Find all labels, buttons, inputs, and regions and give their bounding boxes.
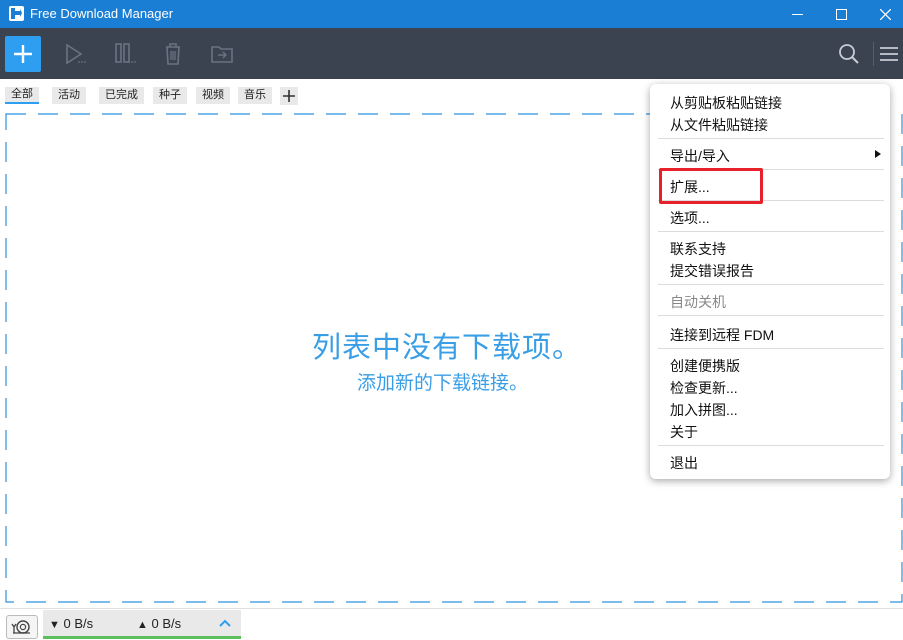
tab-music[interactable]: 音乐 xyxy=(238,87,272,104)
menu-item-paste-from-clipboard[interactable]: 从剪贴板粘贴链接 xyxy=(670,93,782,113)
menu-divider xyxy=(658,284,884,285)
app-logo-icon xyxy=(9,6,24,21)
menu-item-create-portable[interactable]: 创建便携版 xyxy=(670,356,740,376)
minimize-icon xyxy=(791,13,803,15)
close-button[interactable] xyxy=(862,0,903,28)
menu-item-connect-remote[interactable]: 连接到远程 FDM xyxy=(670,325,774,345)
delete-icon xyxy=(166,43,180,65)
highlight-box xyxy=(659,168,763,204)
maximize-button[interactable] xyxy=(818,0,864,28)
tab-completed[interactable]: 已完成 xyxy=(99,87,144,104)
speed-limit-toggle[interactable] xyxy=(6,615,38,639)
maximize-icon xyxy=(835,8,847,20)
menu-item-auto-shutdown: 自动关机 xyxy=(670,294,726,310)
submenu-arrow-icon xyxy=(875,150,881,158)
add-download-button[interactable] xyxy=(5,36,41,72)
search-icon xyxy=(839,44,859,64)
menu-item-export-import[interactable]: 导出/导入 xyxy=(670,146,730,166)
hamburger-menu-icon xyxy=(880,47,898,61)
menu-divider xyxy=(658,315,884,316)
title-bar: Free Download Manager xyxy=(0,0,903,28)
upload-speed-value: 0 B/s xyxy=(151,616,182,631)
menu-item-paste-from-file[interactable]: 从文件粘贴链接 xyxy=(670,115,768,135)
download-speed: ▼ 0 B/s xyxy=(49,616,93,631)
expand-speed-button[interactable] xyxy=(219,616,231,631)
close-icon xyxy=(879,8,891,20)
tab-active[interactable]: 活动 xyxy=(52,87,86,104)
toolbar xyxy=(0,28,903,79)
menu-item-report-bug[interactable]: 提交错误报告 xyxy=(670,261,754,281)
menu-item-contact-support[interactable]: 联系支持 xyxy=(670,239,726,259)
tab-all[interactable]: 全部 xyxy=(5,87,39,104)
chevron-up-icon xyxy=(219,619,231,627)
speed-panel[interactable]: ▼ 0 B/s ▲ 0 B/s xyxy=(43,610,241,639)
move-to-folder-button[interactable] xyxy=(208,40,236,68)
empty-list-subtitle[interactable]: 添加新的下载链接。 xyxy=(357,368,528,395)
play-icon xyxy=(66,43,86,65)
resume-button[interactable] xyxy=(60,40,88,68)
snail-icon xyxy=(11,620,30,634)
menu-divider xyxy=(658,348,884,349)
menu-item-exit[interactable]: 退出 xyxy=(670,453,698,473)
tab-video[interactable]: 视频 xyxy=(196,87,230,104)
menu-item-join-puzzle[interactable]: 加入拼图... xyxy=(670,400,738,420)
menu-item-about[interactable]: 关于 xyxy=(670,422,698,442)
pause-button[interactable] xyxy=(110,40,138,68)
add-filter-button[interactable] xyxy=(280,87,298,105)
main-menu-popup: 从剪贴板粘贴链接 从文件粘贴链接 导出/导入 扩展... 选项... 联系支持 … xyxy=(650,84,890,479)
tab-torrents[interactable]: 种子 xyxy=(153,87,187,104)
upload-arrow-icon: ▲ xyxy=(137,619,148,631)
download-speed-value: 0 B/s xyxy=(63,616,94,631)
plus-icon xyxy=(283,90,295,102)
empty-list-title: 列表中没有下载项。 xyxy=(312,332,583,364)
move-folder-icon xyxy=(211,46,233,63)
menu-item-options[interactable]: 选项... xyxy=(670,208,710,228)
window-title: Free Download Manager xyxy=(30,6,174,21)
menu-divider xyxy=(658,231,884,232)
add-icon xyxy=(14,45,32,63)
search-button[interactable] xyxy=(835,40,863,68)
toolbar-divider xyxy=(873,42,874,66)
main-menu-button[interactable] xyxy=(877,40,903,68)
download-arrow-icon: ▼ xyxy=(49,619,60,631)
menu-divider xyxy=(658,138,884,139)
minimize-button[interactable] xyxy=(774,0,820,28)
menu-item-check-updates[interactable]: 检查更新... xyxy=(670,378,738,398)
status-bar: ▼ 0 B/s ▲ 0 B/s xyxy=(0,608,903,640)
upload-speed: ▲ 0 B/s xyxy=(137,616,181,631)
pause-icon xyxy=(115,43,136,63)
delete-button[interactable] xyxy=(159,40,187,68)
menu-divider xyxy=(658,445,884,446)
